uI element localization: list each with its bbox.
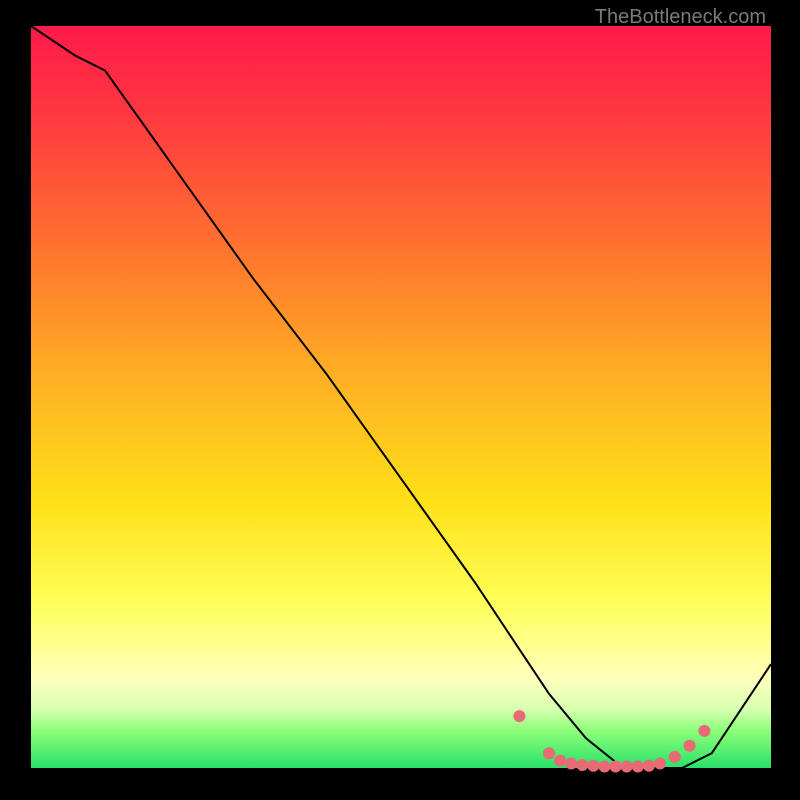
marker-dot bbox=[543, 747, 555, 759]
curve-path bbox=[31, 26, 771, 768]
marker-dot bbox=[654, 758, 666, 770]
marker-dot bbox=[587, 760, 599, 772]
marker-dot bbox=[621, 761, 633, 773]
marker-dot bbox=[632, 761, 644, 773]
marker-dot bbox=[684, 740, 696, 752]
marker-dot bbox=[513, 710, 525, 722]
marker-dot bbox=[554, 755, 566, 767]
marker-dot bbox=[599, 761, 611, 773]
bottleneck-curve-line bbox=[31, 26, 771, 768]
marker-dot bbox=[669, 751, 681, 763]
marker-dot bbox=[610, 761, 622, 773]
marker-dot bbox=[565, 758, 577, 770]
chart-svg bbox=[0, 0, 800, 800]
marker-dot bbox=[698, 725, 710, 737]
chart-frame: TheBottleneck.com bbox=[0, 0, 800, 800]
marker-dot bbox=[576, 759, 588, 771]
flat-region-markers bbox=[513, 710, 710, 772]
marker-dot bbox=[643, 760, 655, 772]
